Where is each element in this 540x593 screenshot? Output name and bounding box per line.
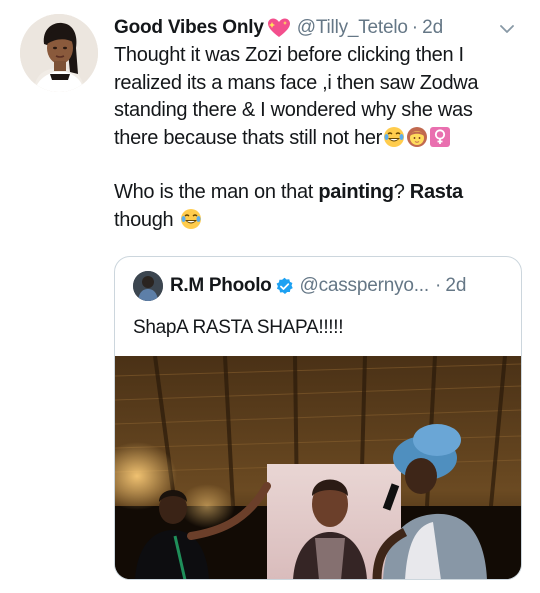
quoted-author-handle[interactable]: @casspernyo...: [299, 275, 429, 297]
tweet-timestamp[interactable]: 2d: [422, 17, 443, 39]
tweet-text-line: Who is the man on that painting? Rasta: [114, 179, 524, 207]
tweet-text-line: realized its a mans face ,i then saw Zod…: [114, 71, 479, 94]
verified-badge-icon: [275, 277, 294, 296]
tweet-text-bold: Rasta: [409, 181, 463, 203]
tweet-text: Thought it was Zozi before clicking then…: [114, 42, 524, 234]
tweet-text-line: Thought it was Zozi before clicking then…: [114, 44, 464, 66]
quoted-tweet-timestamp[interactable]: 2d: [445, 275, 466, 297]
quoted-author-display-name[interactable]: R.M Phoolo: [170, 275, 272, 297]
author-display-name[interactable]: Good Vibes Only: [114, 17, 264, 39]
author-avatar[interactable]: [20, 14, 98, 92]
chevron-down-icon[interactable]: [498, 20, 516, 38]
tears-of-joy-emoji: [383, 126, 405, 148]
quoted-tweet-header: R.M Phoolo @casspernyo... · 2d: [133, 271, 511, 301]
tweet-text-line: standing there & I wondered why she was: [114, 99, 473, 121]
tweet-text-segment: Who is the man on that: [114, 181, 319, 203]
tweet-text-segment: though: [114, 208, 174, 231]
quoted-tweet-photo[interactable]: [115, 356, 521, 579]
separator-dot: ·: [434, 275, 442, 296]
tweet-text-line: though: [114, 207, 524, 235]
quoted-tweet-text: ShapA RASTA SHAPA!!!!!: [133, 317, 344, 338]
tweet-text-bold: painting: [318, 181, 394, 203]
sparkling-heart-icon: [267, 17, 291, 39]
woman-emoji: [406, 126, 428, 148]
tweet-text-line: there because thats still not her: [114, 125, 524, 153]
separator-dot: ·: [411, 17, 419, 38]
tweet-text-segment: ?: [393, 181, 410, 203]
tweet[interactable]: Good Vibes Only @Tilly_Tetelo · 2d Thoug…: [0, 0, 540, 593]
author-handle[interactable]: @Tilly_Tetelo: [297, 17, 408, 39]
quoted-author-avatar[interactable]: [133, 271, 163, 301]
female-sign-emoji: [429, 126, 451, 148]
quoted-tweet[interactable]: R.M Phoolo @casspernyo... · 2d ShapA RAS…: [114, 256, 522, 580]
tweet-header: Good Vibes Only @Tilly_Tetelo · 2d: [114, 12, 526, 44]
tweet-text-segment: there because thats still not her: [114, 126, 383, 149]
tears-of-joy-emoji: [180, 208, 202, 230]
